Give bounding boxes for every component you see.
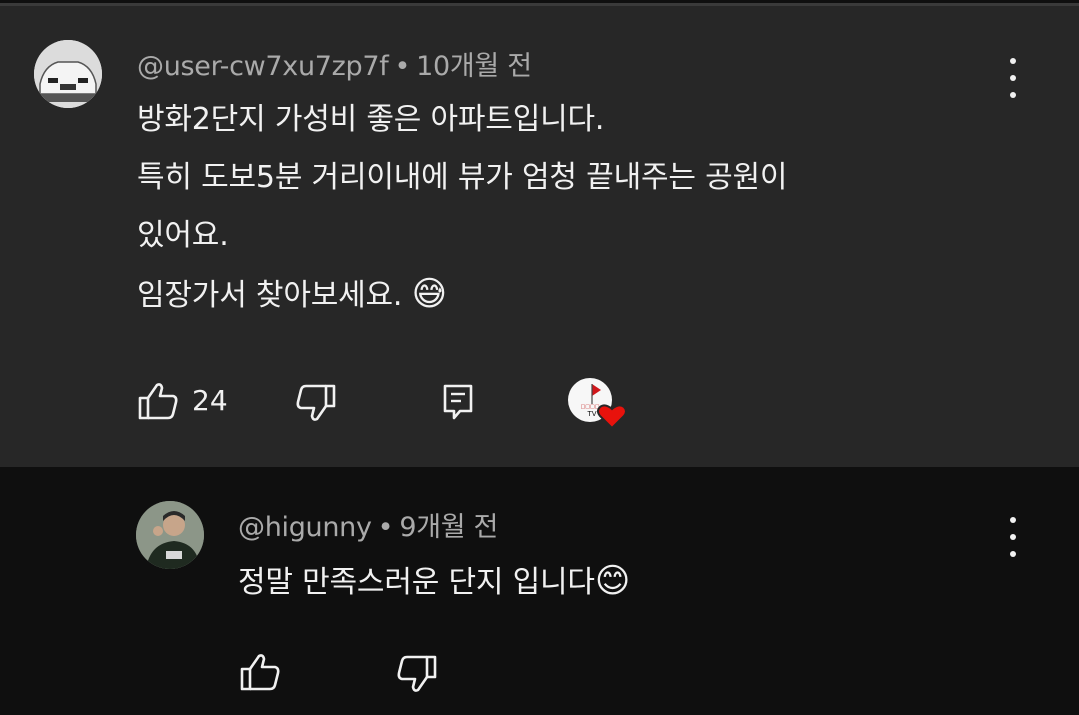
comment-line: 있어요. [137,218,229,253]
thumbs-down-icon[interactable] [396,654,438,694]
comment-meta: @higunny • 9개월 전 [238,505,498,544]
creator-caption: TV [586,410,596,418]
comment-time[interactable]: 10개월 전 [416,51,532,82]
thumbs-down-icon[interactable] [295,383,337,423]
more-vertical-icon[interactable] [1003,517,1023,557]
meta-separator: • [394,51,411,82]
thumbs-up-icon[interactable] [239,652,281,692]
more-vertical-icon[interactable] [1003,58,1023,98]
thumbs-up-icon[interactable] [137,381,179,421]
comment-author[interactable]: @user-cw7xu7zp7f [137,51,389,82]
avatar[interactable] [34,40,102,108]
comment-line: 임장가서 찾아보세요. [137,278,403,313]
meta-separator: • [377,512,394,543]
comment-line: 정말 만족스러운 단지 입니다 [238,565,595,600]
comment-meta: @user-cw7xu7zp7f • 10개월 전 [137,44,532,83]
sweat-smile-emoji: 😅 [411,274,447,314]
comment-author[interactable]: @higunny [238,512,372,543]
comment-line-last: 임장가서 찾아보세요. 😅 [137,265,787,325]
creator-heart-icon: □□□□ TV [568,378,632,434]
avatar[interactable] [136,501,204,569]
comment-time[interactable]: 9개월 전 [399,512,498,543]
reply-icon[interactable] [442,383,474,421]
smile-emoji: 😊 [594,561,631,601]
comment-thread-main: @user-cw7xu7zp7f • 10개월 전 방화2단지 가성비 좋은 아파트… [0,6,1079,467]
comment-body: 정말 만족스러운 단지 입니다😊 [238,552,630,612]
comment-reply: @higunny • 9개월 전 정말 만족스러운 단지 입니다😊 [0,467,1079,715]
comment-line: 방화2단지 가성비 좋은 아파트입니다. [137,102,605,137]
comment-line: 특히 도보5분 거리이내에 뷰가 엄청 끝내주는 공원이 [137,160,788,195]
comment-body: 방화2단지 가성비 좋은 아파트입니다. 특히 도보5분 거리이내에 뷰가 엄청… [137,91,788,325]
like-count: 24 [192,384,228,417]
